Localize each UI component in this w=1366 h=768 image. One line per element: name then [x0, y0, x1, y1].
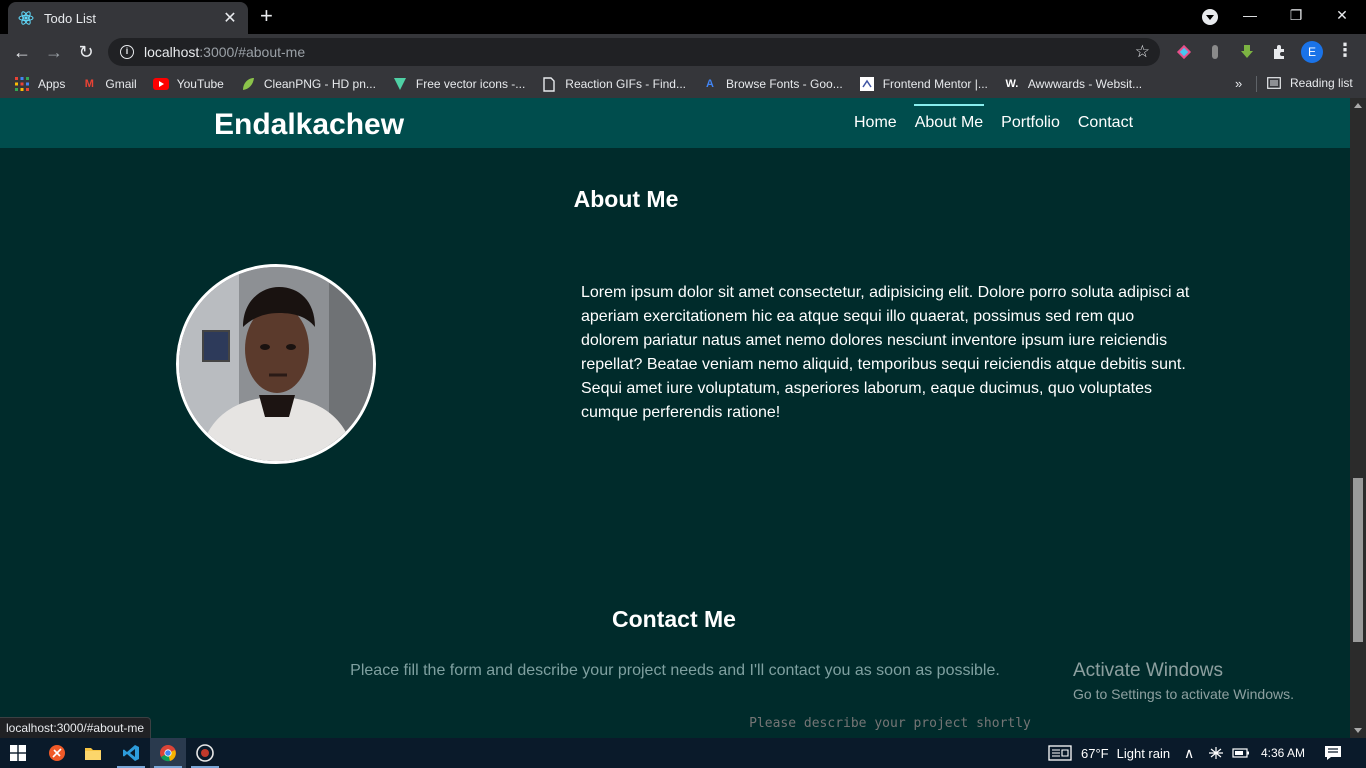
bookmark-reaction-gifs[interactable]: Reaction GIFs - Find...: [541, 76, 686, 92]
new-tab-icon[interactable]: +: [260, 5, 273, 27]
bookmark-label: Browse Fonts - Goo...: [725, 77, 843, 91]
scroll-down-icon[interactable]: [1354, 728, 1362, 733]
bookmark-label: CleanPNG - HD pn...: [263, 77, 376, 91]
reading-list-icon: [1266, 75, 1282, 91]
network-icon[interactable]: [1207, 738, 1225, 768]
clock[interactable]: 4:36 AM: [1261, 738, 1305, 768]
windows-start-icon[interactable]: [0, 738, 36, 768]
color-extension-icon[interactable]: [1174, 42, 1194, 62]
bookmark-awwwards[interactable]: W. Awwwards - Websit...: [1004, 76, 1142, 92]
bookmark-gmail[interactable]: M Gmail: [81, 76, 137, 92]
activate-windows-watermark: Activate Windows Go to Settings to activ…: [1073, 660, 1294, 702]
nav-link-portfolio[interactable]: Portfolio: [1001, 110, 1060, 136]
project-description-input[interactable]: [560, 710, 1120, 736]
bookmark-label: YouTube: [176, 77, 224, 91]
browser-tab[interactable]: Todo List ✕: [8, 2, 248, 34]
restore-icon[interactable]: ❐: [1273, 0, 1319, 30]
bookmark-frontend-mentor[interactable]: Frontend Mentor |...: [859, 76, 988, 92]
weather-widget[interactable]: 67°F Light rain: [1048, 738, 1170, 768]
gmail-icon: M: [84, 78, 94, 90]
watermark-subtitle: Go to Settings to activate Windows.: [1073, 686, 1294, 702]
nav-link-home[interactable]: Home: [854, 110, 897, 136]
browser-menu-icon[interactable]: ⋮: [1336, 40, 1354, 61]
forward-icon[interactable]: →: [42, 40, 66, 64]
tab-search-icon[interactable]: [1202, 9, 1218, 25]
site-brand[interactable]: Endalkachew: [214, 108, 404, 142]
bookmark-label: Awwwards - Websit...: [1027, 77, 1143, 91]
bookmark-star-icon[interactable]: ☆: [1135, 42, 1150, 62]
page-viewport: Endalkachew Home About Me Portfolio Cont…: [0, 98, 1350, 738]
site-navbar: Endalkachew Home About Me Portfolio Cont…: [0, 98, 1350, 148]
nav-link-contact[interactable]: Contact: [1078, 110, 1133, 136]
reading-list-button[interactable]: Reading list: [1266, 75, 1353, 91]
bookmark-google-fonts[interactable]: A Browse Fonts - Goo...: [702, 76, 843, 92]
bookmark-cleanpng[interactable]: CleanPNG - HD pn...: [240, 76, 376, 92]
bookmark-label: Free vector icons -...: [415, 77, 526, 91]
react-icon: [18, 11, 34, 25]
bookmarks-divider: [1256, 76, 1257, 92]
bookmark-apps[interactable]: Apps: [14, 76, 65, 92]
bookmarks-bar: Apps M Gmail YouTube CleanPNG - HD pn...…: [0, 70, 1366, 98]
extension-grey-icon[interactable]: [1205, 42, 1225, 62]
watermark-title: Activate Windows: [1073, 660, 1223, 681]
window-close-icon[interactable]: ✕: [1319, 0, 1365, 30]
notifications-icon[interactable]: [1324, 738, 1342, 768]
profile-avatar[interactable]: E: [1301, 41, 1323, 63]
bookmark-vector-icons[interactable]: Free vector icons -...: [392, 76, 525, 92]
bookmark-label: Apps: [38, 77, 66, 91]
minimize-icon[interactable]: —: [1227, 0, 1273, 30]
tab-close-icon[interactable]: ✕: [222, 8, 238, 28]
site-nav-links: Home About Me Portfolio Contact: [845, 98, 1142, 148]
contact-heading: Contact Me: [612, 606, 736, 632]
tray-chevron-icon[interactable]: ∧: [1184, 738, 1194, 768]
reading-list-label: Reading list: [1290, 76, 1353, 90]
scroll-up-icon[interactable]: [1354, 103, 1362, 108]
google-fonts-icon: A: [706, 78, 714, 90]
back-icon[interactable]: ←: [10, 40, 34, 64]
address-toolbar: ← → ↻ i localhost:3000/#about-me ☆ E ⋮: [0, 34, 1366, 70]
extensions-puzzle-icon[interactable]: [1269, 42, 1289, 62]
about-heading: About Me: [573, 186, 679, 212]
chrome-icon[interactable]: [150, 738, 186, 768]
cleanpng-icon: [240, 76, 256, 92]
profile-photo: [176, 264, 376, 464]
youtube-icon: [152, 76, 169, 92]
reaction-gifs-icon: [541, 76, 557, 92]
site-info-icon[interactable]: i: [120, 45, 134, 59]
bookmark-label: Gmail: [105, 77, 137, 91]
vector-icons-icon: [392, 76, 408, 92]
download-extension-icon[interactable]: [1237, 42, 1257, 62]
windows-taskbar: 67°F Light rain ∧ 4:36 AM: [0, 738, 1366, 768]
weather-desc: Light rain: [1116, 745, 1171, 761]
url-bar[interactable]: i localhost:3000/#about-me ☆: [108, 38, 1160, 66]
app-launcher-icon[interactable]: [39, 738, 75, 768]
about-paragraph: Lorem ipsum dolor sit amet consectetur, …: [581, 284, 1190, 421]
reload-icon[interactable]: ↻: [74, 40, 98, 64]
weather-icon: [1048, 745, 1072, 761]
weather-temp: 67°F: [1081, 745, 1109, 761]
browser-tab-strip: Todo List ✕ + — ❐ ✕: [0, 0, 1366, 34]
bookmark-youtube[interactable]: YouTube: [152, 76, 224, 92]
url-host: localhost: [144, 44, 200, 60]
bookmark-label: Reaction GIFs - Find...: [565, 77, 686, 91]
nav-link-about[interactable]: About Me: [913, 104, 985, 136]
scrollbar-thumb[interactable]: [1353, 478, 1363, 642]
battery-icon[interactable]: [1232, 738, 1250, 768]
frontend-mentor-icon: [859, 76, 875, 92]
tab-title: Todo List: [44, 10, 97, 26]
awwwards-icon: W.: [1005, 78, 1019, 90]
bookmarks-overflow-icon[interactable]: »: [1235, 76, 1242, 91]
apps-grid-icon: [14, 76, 30, 92]
page-scrollbar[interactable]: [1350, 98, 1366, 738]
vscode-icon[interactable]: [113, 738, 149, 768]
obs-recorder-icon[interactable]: [187, 738, 223, 768]
bookmark-label: Frontend Mentor |...: [882, 77, 988, 91]
link-status-tooltip: localhost:3000/#about-me: [0, 717, 152, 739]
file-explorer-icon[interactable]: [75, 738, 111, 768]
url-path: :3000/#about-me: [199, 44, 306, 60]
